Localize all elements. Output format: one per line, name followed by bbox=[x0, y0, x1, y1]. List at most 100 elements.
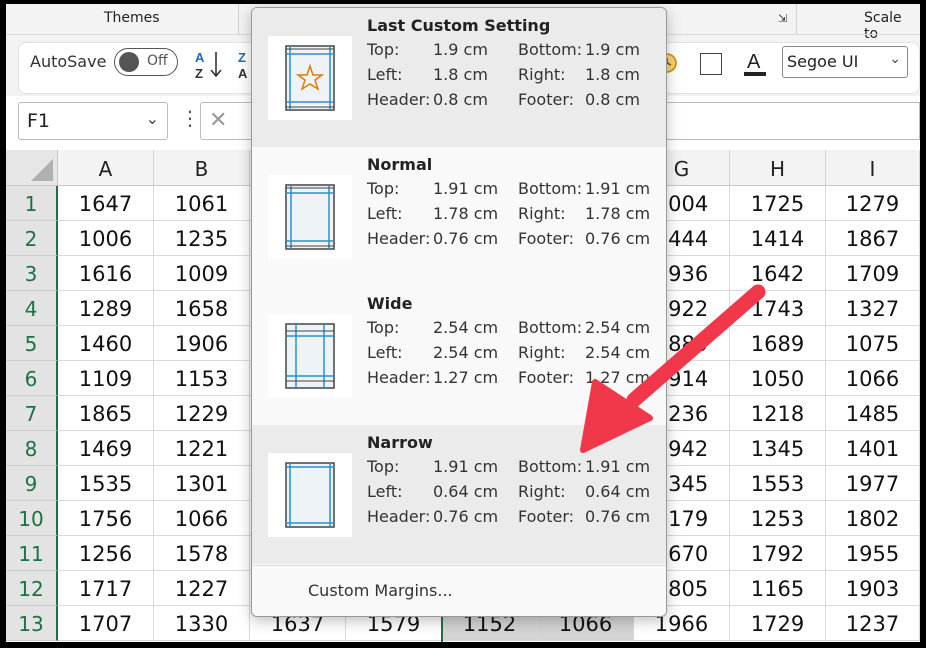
cell-h4[interactable]: 1743 bbox=[730, 291, 826, 326]
cell-a5[interactable]: 1460 bbox=[58, 326, 154, 361]
cell-i1[interactable]: 1279 bbox=[826, 186, 920, 221]
cell-h8[interactable]: 1345 bbox=[730, 431, 826, 466]
row-header-4[interactable]: 4 bbox=[6, 291, 58, 326]
cell-a9[interactable]: 1535 bbox=[58, 466, 154, 501]
cell-h7[interactable]: 1218 bbox=[730, 396, 826, 431]
sort-za-icon[interactable]: Z A bbox=[238, 48, 252, 80]
cell-a1[interactable]: 1647 bbox=[58, 186, 154, 221]
cell-a7[interactable]: 1865 bbox=[58, 396, 154, 431]
right-margin-value: 0.64 cm bbox=[585, 482, 651, 501]
borders-icon[interactable] bbox=[700, 53, 722, 75]
cell-h1[interactable]: 1725 bbox=[730, 186, 826, 221]
cell-a10[interactable]: 1756 bbox=[58, 501, 154, 536]
margin-option-normal[interactable]: Normal Top: 1.91 cm Bottom: 1.91 cm Left: 1.78… bbox=[252, 147, 666, 286]
margin-option-last-custom[interactable]: Last Custom Setting Top: 1.9 cm Bottom: 1.9 … bbox=[252, 8, 666, 147]
cell-h13[interactable]: 1729 bbox=[730, 606, 826, 641]
bottom-margin-label: Bottom: bbox=[518, 457, 583, 476]
cell-i11[interactable]: 1955 bbox=[826, 536, 920, 571]
cell-b11[interactable]: 1578 bbox=[154, 536, 250, 571]
column-header-h[interactable]: H bbox=[730, 150, 826, 186]
cell-a3[interactable]: 1616 bbox=[58, 256, 154, 291]
row-header-6[interactable]: 6 bbox=[6, 361, 58, 396]
row-header-1[interactable]: 1 bbox=[6, 186, 58, 221]
margin-option-narrow[interactable]: Narrow Top: 1.91 cm Bottom: 1.91 cm Left: 0.64… bbox=[252, 425, 666, 564]
row-header-5[interactable]: 5 bbox=[6, 326, 58, 361]
name-box-value: F1 bbox=[27, 110, 51, 132]
cell-b10[interactable]: 1066 bbox=[154, 501, 250, 536]
cell-b8[interactable]: 1221 bbox=[154, 431, 250, 466]
font-color-icon[interactable]: A bbox=[742, 48, 768, 78]
cell-b9[interactable]: 1301 bbox=[154, 466, 250, 501]
margins-dropdown: Custom Margins... Last Custom Setting Top… bbox=[251, 7, 667, 617]
dialog-launcher-icon[interactable]: ⇲ bbox=[778, 12, 787, 25]
cell-b5[interactable]: 1906 bbox=[154, 326, 250, 361]
font-name-select[interactable]: Segoe UI ⌄ bbox=[782, 46, 908, 78]
svg-text:Z: Z bbox=[195, 66, 203, 80]
header-margin-value: 0.8 cm bbox=[433, 90, 488, 109]
sort-az-icon[interactable]: A Z bbox=[194, 48, 224, 80]
cell-a6[interactable]: 1109 bbox=[58, 361, 154, 396]
more-options-icon[interactable]: ⋮ bbox=[180, 108, 200, 128]
cell-b2[interactable]: 1235 bbox=[154, 221, 250, 256]
cell-i3[interactable]: 1709 bbox=[826, 256, 920, 291]
cell-a13[interactable]: 1707 bbox=[58, 606, 154, 641]
cell-a12[interactable]: 1717 bbox=[58, 571, 154, 606]
row-header-12[interactable]: 12 bbox=[6, 571, 58, 606]
cell-h12[interactable]: 1165 bbox=[730, 571, 826, 606]
scale-to-fit-label: Scale to bbox=[864, 10, 902, 42]
name-box[interactable]: F1 ⌄ bbox=[18, 102, 168, 140]
cell-i10[interactable]: 1802 bbox=[826, 501, 920, 536]
cell-i13[interactable]: 1237 bbox=[826, 606, 920, 641]
cell-h11[interactable]: 1792 bbox=[730, 536, 826, 571]
cell-i7[interactable]: 1485 bbox=[826, 396, 920, 431]
row-header-11[interactable]: 11 bbox=[6, 536, 58, 571]
bottom-margin-label: Bottom: bbox=[518, 179, 583, 198]
cell-a11[interactable]: 1256 bbox=[58, 536, 154, 571]
themes-group-label[interactable]: Themes bbox=[104, 10, 160, 26]
select-all-button[interactable] bbox=[6, 150, 58, 186]
cell-a2[interactable]: 1006 bbox=[58, 221, 154, 256]
cell-i2[interactable]: 1867 bbox=[826, 221, 920, 256]
row-header-13[interactable]: 13 bbox=[6, 606, 58, 641]
cell-b3[interactable]: 1009 bbox=[154, 256, 250, 291]
row-header-7[interactable]: 7 bbox=[6, 396, 58, 431]
cell-h2[interactable]: 1414 bbox=[730, 221, 826, 256]
autosave-toggle[interactable]: Off bbox=[114, 48, 178, 76]
cell-a8[interactable]: 1469 bbox=[58, 431, 154, 466]
cell-b7[interactable]: 1229 bbox=[154, 396, 250, 431]
row-header-3[interactable]: 3 bbox=[6, 256, 58, 291]
cell-b6[interactable]: 1153 bbox=[154, 361, 250, 396]
cell-b13[interactable]: 1330 bbox=[154, 606, 250, 641]
cell-i8[interactable]: 1401 bbox=[826, 431, 920, 466]
footer-margin-label: Footer: bbox=[518, 507, 575, 526]
cell-i6[interactable]: 1066 bbox=[826, 361, 920, 396]
cell-i4[interactable]: 1327 bbox=[826, 291, 920, 326]
row-header-10[interactable]: 10 bbox=[6, 501, 58, 536]
top-margin-label: Top: bbox=[367, 318, 400, 337]
cell-h3[interactable]: 1642 bbox=[730, 256, 826, 291]
right-margin-label: Right: bbox=[518, 65, 566, 84]
svg-text:A: A bbox=[195, 50, 205, 65]
cell-i9[interactable]: 1977 bbox=[826, 466, 920, 501]
row-header-9[interactable]: 9 bbox=[6, 466, 58, 501]
top-margin-value: 2.54 cm bbox=[433, 318, 499, 337]
custom-margins-item[interactable]: Custom Margins... bbox=[308, 581, 453, 600]
cell-h9[interactable]: 1553 bbox=[730, 466, 826, 501]
cell-h5[interactable]: 1689 bbox=[730, 326, 826, 361]
cell-i5[interactable]: 1075 bbox=[826, 326, 920, 361]
top-margin-label: Top: bbox=[367, 40, 400, 59]
column-header-i[interactable]: I bbox=[826, 150, 920, 186]
margin-option-wide[interactable]: Wide Top: 2.54 cm Bottom: 2.54 cm Left: 2.54 c… bbox=[252, 286, 666, 425]
cell-b4[interactable]: 1658 bbox=[154, 291, 250, 326]
row-header-8[interactable]: 8 bbox=[6, 431, 58, 466]
row-header-2[interactable]: 2 bbox=[6, 221, 58, 256]
cell-b12[interactable]: 1227 bbox=[154, 571, 250, 606]
cell-a4[interactable]: 1289 bbox=[58, 291, 154, 326]
column-header-a[interactable]: A bbox=[58, 150, 154, 186]
cell-b1[interactable]: 1061 bbox=[154, 186, 250, 221]
top-margin-value: 1.91 cm bbox=[433, 457, 499, 476]
cell-h10[interactable]: 1253 bbox=[730, 501, 826, 536]
cell-h6[interactable]: 1050 bbox=[730, 361, 826, 396]
cell-i12[interactable]: 1903 bbox=[826, 571, 920, 606]
column-header-b[interactable]: B bbox=[154, 150, 250, 186]
